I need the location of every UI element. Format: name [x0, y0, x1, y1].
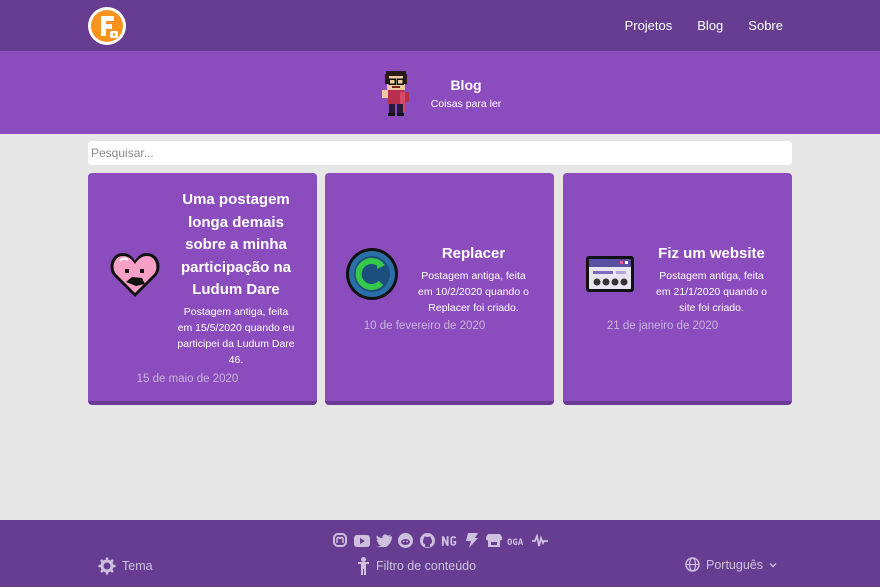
gamejolt-icon[interactable]: [463, 532, 480, 549]
heart-icon: [110, 253, 160, 297]
post-description: Postagem antiga, feita em 10/2/2020 quan…: [418, 269, 529, 314]
post-date: 21 de janeiro de 2020: [606, 320, 719, 332]
search-input[interactable]: [88, 141, 792, 165]
site-logo[interactable]: [88, 7, 126, 45]
post-text-block: Fiz um website Postagem antiga, feita em…: [653, 243, 770, 316]
page-subtitle: Coisas para ler: [430, 98, 502, 110]
newgrounds-icon[interactable]: [441, 532, 458, 549]
post-title[interactable]: Fiz um website: [653, 243, 770, 266]
replacer-icon: [346, 248, 398, 300]
post-date: 15 de maio de 2020: [136, 373, 239, 385]
chevron-down-icon: [769, 562, 777, 567]
gear-icon: [98, 557, 116, 575]
social-links: OGA: [331, 532, 548, 549]
post-card-ludum-dare[interactable]: Uma postagem longa demais sobre a minha …: [88, 173, 317, 405]
website-icon: [586, 256, 634, 292]
nav-link-blog[interactable]: Blog: [697, 18, 723, 33]
theme-label: Tema: [122, 559, 153, 573]
svg-text:OGA: OGA: [507, 538, 524, 546]
youtube-icon[interactable]: [353, 532, 370, 549]
post-title[interactable]: Replacer: [415, 243, 532, 266]
oga-icon[interactable]: OGA: [507, 532, 526, 549]
page-header: Blog Coisas para ler: [0, 51, 880, 134]
post-text-block: Uma postagem longa demais sobre a minha …: [176, 189, 296, 368]
theme-toggle[interactable]: Tema: [98, 557, 153, 575]
mastodon-icon[interactable]: [331, 532, 348, 549]
twitter-icon[interactable]: [375, 532, 392, 549]
page-footer: OGA Tema Filtro de conteúdo Português: [0, 520, 880, 587]
post-date: 10 de fevereiro de 2020: [363, 320, 486, 332]
page-title: Blog: [450, 77, 482, 93]
main-nav: Projetos Blog Sobre: [625, 0, 783, 51]
mascot-character-icon: [382, 71, 409, 116]
person-icon: [358, 557, 369, 575]
post-title[interactable]: Uma postagem longa demais sobre a minha …: [176, 189, 296, 302]
post-card-replacer[interactable]: Replacer Postagem antiga, feita em 10/2/…: [325, 173, 554, 405]
nav-link-sobre[interactable]: Sobre: [748, 18, 783, 33]
post-description: Postagem antiga, feita em 15/5/2020 quan…: [177, 305, 295, 366]
post-card-website[interactable]: Fiz um website Postagem antiga, feita em…: [563, 173, 792, 405]
post-text-block: Replacer Postagem antiga, feita em 10/2/…: [415, 243, 532, 316]
reddit-icon[interactable]: [397, 532, 414, 549]
globe-icon: [685, 557, 700, 572]
language-selector[interactable]: Português: [685, 557, 777, 572]
nav-link-projetos[interactable]: Projetos: [625, 18, 673, 33]
content-filter-label: Filtro de conteúdo: [376, 559, 477, 573]
top-navigation-bar: Projetos Blog Sobre: [0, 0, 880, 51]
github-icon[interactable]: [419, 532, 436, 549]
soundcloud-icon[interactable]: [531, 532, 548, 549]
itch-icon[interactable]: [485, 532, 502, 549]
language-label: Português: [706, 557, 763, 572]
post-description: Postagem antiga, feita em 21/1/2020 quan…: [656, 269, 767, 314]
content-filter-button[interactable]: Filtro de conteúdo: [357, 557, 476, 575]
